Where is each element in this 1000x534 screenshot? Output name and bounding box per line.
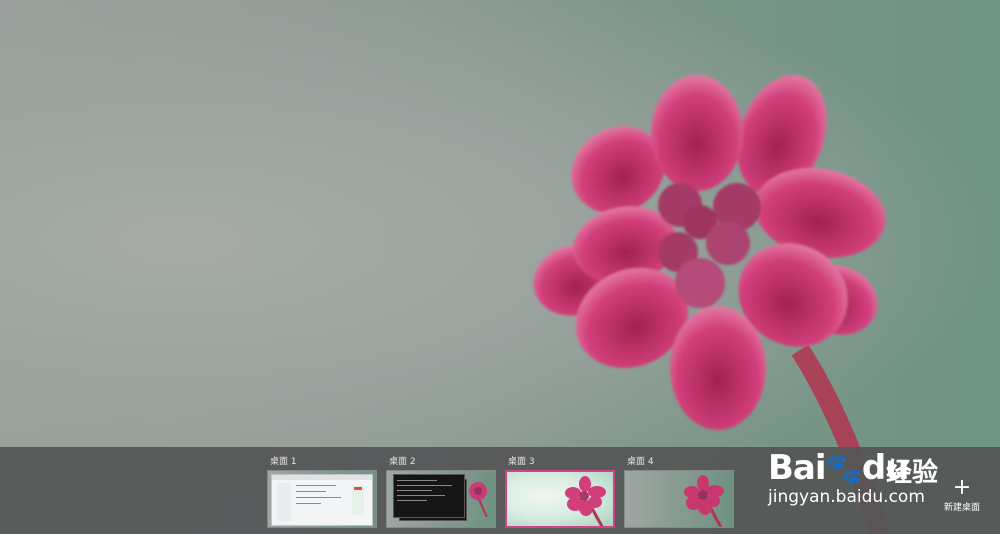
desktop-2-thumbnail[interactable]: [386, 470, 496, 528]
desktop-4-label: 桌面 4: [627, 457, 654, 467]
desktop-1[interactable]: 桌面 1: [267, 447, 385, 534]
new-desktop-label: 新建桌面: [943, 503, 980, 513]
plus-icon: +: [952, 475, 972, 500]
desktop-2[interactable]: 桌面 2: [386, 447, 504, 534]
desktop-4[interactable]: 桌面 4: [624, 447, 742, 534]
task-view-desktop-bar: 桌面 1 桌面 2 桌面 3 桌面 4: [0, 447, 1000, 534]
desktop-3-thumbnail[interactable]: [505, 470, 615, 528]
desktop-3[interactable]: 桌面 3: [505, 447, 623, 534]
desktop-2-label: 桌面 2: [389, 457, 416, 467]
new-desktop-button[interactable]: + 新建桌面: [938, 475, 986, 518]
desktop-4-thumbnail[interactable]: [624, 470, 734, 528]
desktop-3-label: 桌面 3: [508, 457, 535, 467]
desktop-1-label: 桌面 1: [270, 457, 297, 467]
desktop-1-thumbnail[interactable]: [267, 470, 377, 528]
